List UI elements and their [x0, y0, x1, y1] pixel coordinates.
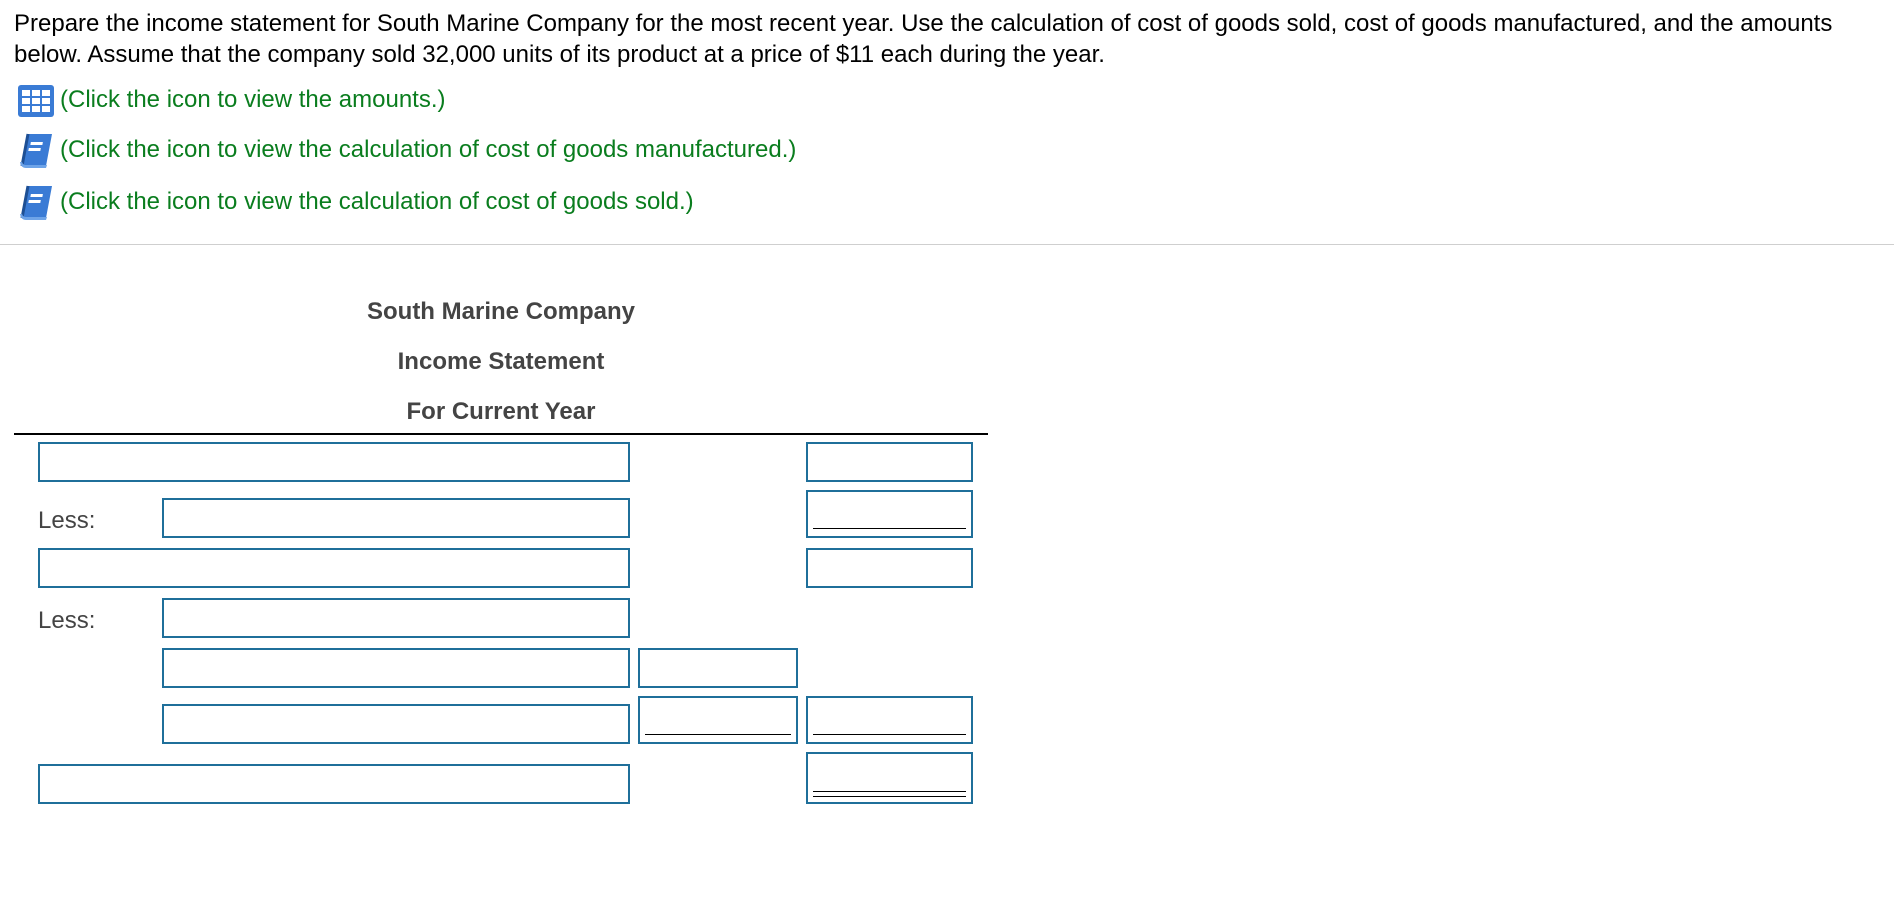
line-6-label-field[interactable] — [164, 706, 628, 742]
section-divider — [0, 244, 1894, 245]
line-5-label-field[interactable] — [164, 650, 628, 686]
statement-period: For Current Year — [406, 398, 596, 425]
view-amounts-link-text[interactable]: (Click the icon to view the amounts.) — [60, 86, 446, 114]
view-cogm-link-text[interactable]: (Click the icon to view the calculation … — [60, 136, 796, 164]
instructions-text: Prepare the income statement for South M… — [14, 10, 1833, 68]
line-5-amount-input[interactable] — [638, 648, 798, 688]
heading-rule — [14, 433, 988, 435]
line-3-amount-field[interactable] — [808, 550, 971, 586]
line-7-label-field[interactable] — [40, 766, 628, 802]
line-4-label-field[interactable] — [164, 600, 628, 636]
view-cogs-link[interactable]: (Click the icon to view the calculation … — [16, 182, 694, 222]
line-4-label-input[interactable] — [162, 598, 630, 638]
less-label: Less: — [38, 607, 96, 634]
line-3-label-field[interactable] — [40, 550, 628, 586]
line-6-label-input[interactable] — [162, 704, 630, 744]
line-2-label-input[interactable] — [162, 498, 630, 538]
view-cogs-link-text[interactable]: (Click the icon to view the calculation … — [60, 188, 694, 216]
line-1-label-input[interactable] — [38, 442, 630, 482]
line-2-amount-input[interactable] — [806, 490, 973, 538]
book-icon[interactable] — [16, 182, 56, 222]
line-7-label-input[interactable] — [38, 764, 630, 804]
statement-title: Income Statement — [397, 348, 605, 375]
view-cogm-link[interactable]: (Click the icon to view the calculation … — [16, 130, 796, 170]
line-1-amount-input[interactable] — [806, 442, 973, 482]
less-label: Less: — [38, 507, 96, 534]
line-5-amount-field[interactable] — [640, 650, 796, 686]
line-2-amount-field[interactable] — [808, 492, 971, 536]
line-1-amount-field[interactable] — [808, 444, 971, 480]
line-6-amount-input[interactable] — [638, 696, 798, 744]
view-amounts-link[interactable]: (Click the icon to view the amounts.) — [16, 80, 446, 120]
line-2-label-field[interactable] — [164, 500, 628, 536]
line-1-label-field[interactable] — [40, 444, 628, 480]
line-6-total-input[interactable] — [806, 696, 973, 744]
line-7-amount-field[interactable] — [808, 754, 971, 802]
line-3-label-input[interactable] — [38, 548, 630, 588]
book-icon[interactable] — [16, 130, 56, 170]
data-table-icon[interactable] — [16, 80, 56, 120]
line-6-total-field[interactable] — [808, 698, 971, 742]
line-5-label-input[interactable] — [162, 648, 630, 688]
line-6-amount-field[interactable] — [640, 698, 796, 742]
company-name: South Marine Company — [366, 298, 636, 325]
line-7-amount-input[interactable] — [806, 752, 973, 804]
line-3-amount-input[interactable] — [806, 548, 973, 588]
